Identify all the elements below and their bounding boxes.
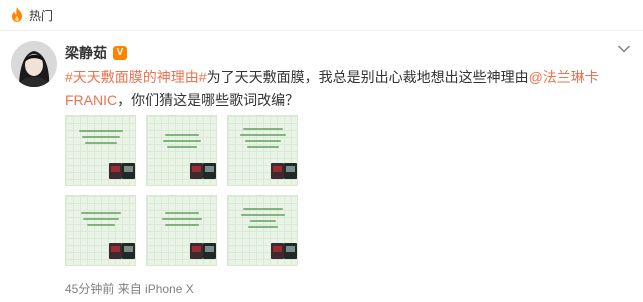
fire-icon	[12, 7, 22, 22]
image-grid	[65, 115, 302, 266]
post-source: 来自 iPhone X	[117, 282, 194, 296]
chevron-down-icon[interactable]	[617, 44, 631, 54]
post-image-thumbnail[interactable]	[65, 115, 136, 186]
post-image-thumbnail[interactable]	[146, 115, 217, 186]
post-meta: 45分钟前 来自 iPhone X	[65, 280, 194, 297]
username-link[interactable]: 梁静茹	[65, 43, 107, 63]
post-body-text: 为了天天敷面膜，我总是别出心裁地想出这些神理由	[206, 69, 529, 85]
post-image-thumbnail[interactable]	[146, 195, 217, 266]
hot-header-bar: 热门	[0, 0, 643, 31]
post-image-thumbnail[interactable]	[65, 195, 136, 266]
avatar-image	[11, 41, 57, 87]
post-time-link[interactable]: 45分钟前	[65, 282, 114, 296]
hot-label[interactable]: 热门	[29, 7, 53, 24]
post-image-thumbnail[interactable]	[227, 195, 298, 266]
user-row: 梁静茹 V	[65, 44, 127, 62]
post-text: #天天敷面膜的神理由#为了天天敷面膜，我总是别出心裁地想出这些神理由@法兰琳卡F…	[65, 66, 631, 112]
avatar[interactable]	[11, 41, 57, 87]
post-image-thumbnail[interactable]	[227, 115, 298, 186]
hashtag-link[interactable]: #天天敷面膜的神理由#	[65, 69, 207, 85]
post-body-text-2: ，你们猜这是哪些歌词改编？	[117, 92, 300, 108]
vip-badge[interactable]: V	[113, 46, 127, 60]
